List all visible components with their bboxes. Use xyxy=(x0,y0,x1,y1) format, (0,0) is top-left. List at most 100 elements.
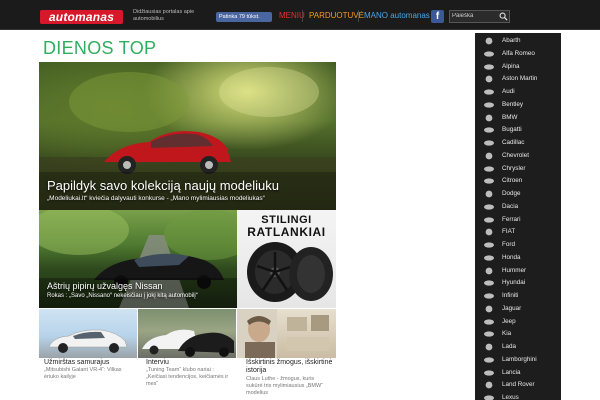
brand-logo-icon xyxy=(484,140,494,146)
article-image-interview[interactable] xyxy=(138,309,236,358)
article-image-samurai[interactable] xyxy=(39,309,137,358)
brand-logo-icon xyxy=(484,395,494,400)
brand-logo-icon xyxy=(485,114,493,121)
brand-logo-icon xyxy=(484,357,494,363)
article-title-interview[interactable]: Interviu xyxy=(146,359,236,367)
nissan-title[interactable]: Aštrių pipirų užvalgęs Nissan xyxy=(47,281,163,292)
brand-label: Land Rover xyxy=(502,381,535,389)
brand-label: Jeep xyxy=(502,317,516,325)
brand-label: Lancia xyxy=(502,368,521,376)
brand-label: Lamborghini xyxy=(502,355,537,363)
brand-logo-icon xyxy=(485,75,493,83)
wheel-rims-image xyxy=(247,242,333,302)
brand-logo-icon xyxy=(485,190,493,198)
brand-item[interactable]: Citroen xyxy=(475,175,561,188)
brand-label: Ford xyxy=(502,241,515,248)
brand-item[interactable]: Hyundai xyxy=(475,277,561,290)
brand-item[interactable]: Honda xyxy=(475,252,561,265)
article-image-claus-luthe[interactable] xyxy=(237,309,336,358)
brand-logo-icon xyxy=(484,63,494,70)
nav-shop[interactable]: PARDUOTUVĖ xyxy=(309,11,364,21)
brand-logo-icon xyxy=(484,165,494,172)
featured-article[interactable]: Papildyk savo kolekciją naujų modeliuku … xyxy=(39,62,336,210)
brand-logo-icon xyxy=(484,242,494,248)
brand-logo-icon xyxy=(485,305,493,313)
brand-label: Audi xyxy=(502,88,515,95)
brand-item[interactable]: Lamborghini xyxy=(475,354,561,367)
brand-logo-icon xyxy=(485,152,493,160)
brand-item[interactable]: Lancia xyxy=(475,367,561,380)
brand-item[interactable]: Dodge xyxy=(475,188,561,201)
brand-item[interactable]: Land Rover xyxy=(475,379,561,392)
brand-logo-icon xyxy=(484,127,494,133)
site-logo[interactable]: automanas xyxy=(40,10,123,24)
brand-item[interactable]: Dacia xyxy=(475,201,561,214)
white-car-image xyxy=(48,329,128,353)
article-desc-samurai: „Mitsubishi Galant VR-4“: Vilkas ėriuko … xyxy=(44,367,122,380)
brand-item[interactable]: Ferrari xyxy=(475,214,561,227)
brand-logo-icon xyxy=(484,318,494,325)
brand-label: Bugatti xyxy=(502,126,522,134)
brand-logo-icon xyxy=(485,343,493,351)
brand-logo-icon xyxy=(484,89,494,95)
brand-item[interactable]: Aston Martin xyxy=(475,73,561,86)
brand-label: BMW xyxy=(502,113,518,121)
wheels-ad[interactable]: STILINGI RATLANKIAI xyxy=(237,210,336,308)
brand-label: Aston Martin xyxy=(502,75,538,83)
brand-logo-icon xyxy=(485,267,493,274)
brand-label: Kia xyxy=(502,330,512,338)
page: automanas Didžiausias portalas apie auto… xyxy=(0,0,600,400)
brand-logo-icon xyxy=(484,331,494,337)
facebook-like-button[interactable]: Patinka 79 tūkst. xyxy=(216,12,272,22)
brand-label: Lexus xyxy=(502,394,519,400)
brand-item[interactable]: Chevrolet xyxy=(475,150,561,163)
brand-item[interactable]: Hummer xyxy=(475,265,561,278)
brand-item[interactable]: FIAT xyxy=(475,226,561,239)
brand-label: Dacia xyxy=(502,202,519,210)
brand-label: Ferrari xyxy=(502,215,521,223)
brand-item[interactable]: Abarth xyxy=(475,35,561,48)
brand-logo-icon xyxy=(484,216,494,223)
brand-label: Hummer xyxy=(502,266,527,274)
brand-item[interactable]: Bentley xyxy=(475,99,561,112)
brand-item[interactable]: Kia xyxy=(475,328,561,341)
brand-item[interactable]: Alfa Romeo xyxy=(475,48,561,61)
brand-logo-icon xyxy=(484,280,494,286)
tuning-cars-image xyxy=(142,329,234,357)
brand-item[interactable]: Ford xyxy=(475,239,561,252)
brand-label: Citroen xyxy=(502,177,523,185)
brand-item[interactable]: Cadillac xyxy=(475,137,561,150)
brand-label: Abarth xyxy=(502,37,521,44)
site-tagline: Didžiausias portalas apie automobilius xyxy=(133,9,195,22)
search-input[interactable] xyxy=(452,11,496,22)
top-bar: automanas Didžiausias portalas apie auto… xyxy=(0,0,600,30)
nav-menu[interactable]: MENIU xyxy=(279,11,305,21)
brand-item[interactable]: Jeep xyxy=(475,316,561,329)
brand-item[interactable]: Audi xyxy=(475,86,561,99)
search-icon[interactable] xyxy=(499,12,508,21)
article-desc-claus-luthe: Claus Luthe - žmogus, kuris sukūrė tris … xyxy=(246,376,324,396)
brand-item[interactable]: Lada xyxy=(475,341,561,354)
brand-label: Jaguar xyxy=(502,304,522,312)
brand-item[interactable]: Infiniti xyxy=(475,290,561,303)
brand-label: Hyundai xyxy=(502,279,526,287)
brand-label: Dodge xyxy=(502,190,521,197)
brand-item[interactable]: BMW xyxy=(475,112,561,125)
brand-item[interactable]: Jaguar xyxy=(475,303,561,316)
brand-item[interactable]: Alpina xyxy=(475,61,561,74)
brand-item[interactable]: Lexus xyxy=(475,392,561,400)
nissan-article[interactable]: Aštrių pipirų užvalgęs Nissan Rokas : „S… xyxy=(39,210,237,308)
facebook-icon[interactable]: f xyxy=(431,10,444,23)
article-title-claus-luthe[interactable]: Išskirtinis žmogus, išskirtinė istorija xyxy=(246,359,336,375)
search-box xyxy=(449,10,510,23)
brand-item[interactable]: Chrysler xyxy=(475,163,561,176)
brand-label: Alpina xyxy=(502,62,520,70)
brand-label: Infiniti xyxy=(502,292,519,299)
nav-divider xyxy=(302,10,303,22)
article-title-samurai[interactable]: Užmirštas samurajus xyxy=(44,359,138,367)
featured-title[interactable]: Papildyk savo kolekciją naujų modeliuku xyxy=(47,178,279,194)
brand-item[interactable]: Bugatti xyxy=(475,124,561,137)
nav-my-account[interactable]: MANO automanas xyxy=(364,11,430,21)
brand-logo-icon xyxy=(484,51,494,57)
brand-label: Bentley xyxy=(502,100,524,108)
